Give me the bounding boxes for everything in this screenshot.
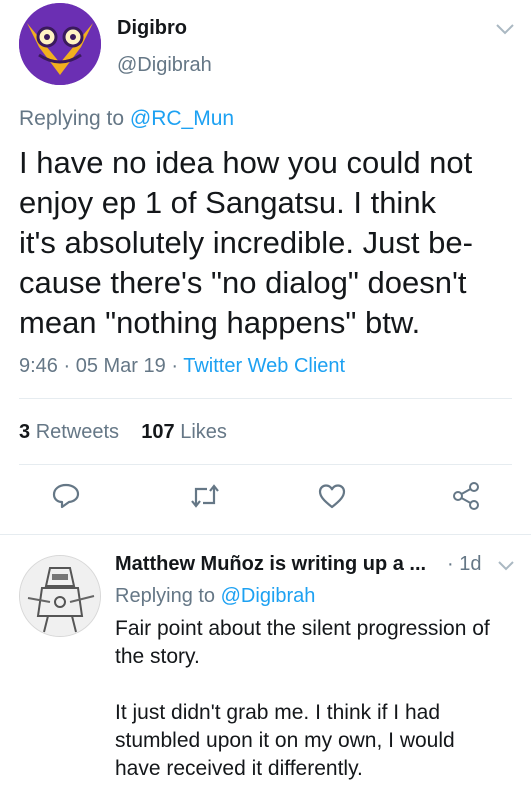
tweet-stats: 3 Retweets 107 Likes <box>19 421 227 444</box>
reply-author-name[interactable]: Matthew Muñoz is writing up a ... <box>115 553 426 576</box>
replying-to-handle-link[interactable]: @RC_Mun <box>130 107 234 130</box>
likes-label: Likes <box>180 421 227 443</box>
reply-button[interactable] <box>46 478 86 518</box>
retweets-label: Retweets <box>35 421 120 443</box>
reply-timestamp[interactable]: 1d <box>459 553 481 575</box>
heart-icon <box>317 482 347 515</box>
meta-separator: · <box>165 355 184 377</box>
share-button[interactable] <box>446 478 486 518</box>
tweet-meta: 9:46 · 05 Mar 19 · Twitter Web Client <box>19 355 345 378</box>
meta-separator: · <box>57 355 76 377</box>
share-icon <box>450 481 482 516</box>
reply-replying-to: Replying to @Digibrah <box>115 585 315 608</box>
likes-stat[interactable]: 107 Likes <box>141 421 227 443</box>
author-name[interactable]: Digibro <box>117 17 187 40</box>
avatar-matthew[interactable] <box>19 555 101 637</box>
replying-prefix: Replying to <box>19 107 130 130</box>
retweet-icon <box>189 481 221 516</box>
retweets-count: 3 <box>19 421 31 443</box>
reply-text: Fair point about the silent progression … <box>115 617 490 780</box>
replying-prefix: Replying to <box>115 585 221 607</box>
divider <box>19 398 512 399</box>
like-button[interactable] <box>312 478 352 518</box>
divider <box>0 534 531 535</box>
likes-count: 107 <box>141 421 175 443</box>
reply-icon <box>51 481 81 516</box>
tweet-source-link[interactable]: Twitter Web Client <box>183 355 345 377</box>
chevron-down-icon[interactable] <box>497 559 515 571</box>
retweets-stat[interactable]: 3 Retweets <box>19 421 119 443</box>
tweet-text: I have no idea how you could not enjoy e… <box>19 145 473 340</box>
replying-to: Replying to @RC_Mun <box>19 107 234 131</box>
author-handle[interactable]: @Digibrah <box>117 54 212 77</box>
replying-to-handle-link[interactable]: @Digibrah <box>221 585 316 607</box>
retweet-button[interactable] <box>185 478 225 518</box>
chevron-down-icon[interactable] <box>495 22 515 36</box>
reply-time-separator: · <box>447 553 454 575</box>
reply-time: · 1d <box>447 553 481 576</box>
tweet-date: 05 Mar 19 <box>75 355 166 377</box>
tweet-time: 9:46 <box>19 355 58 377</box>
divider <box>19 464 512 465</box>
avatar-digibro[interactable] <box>19 3 101 85</box>
